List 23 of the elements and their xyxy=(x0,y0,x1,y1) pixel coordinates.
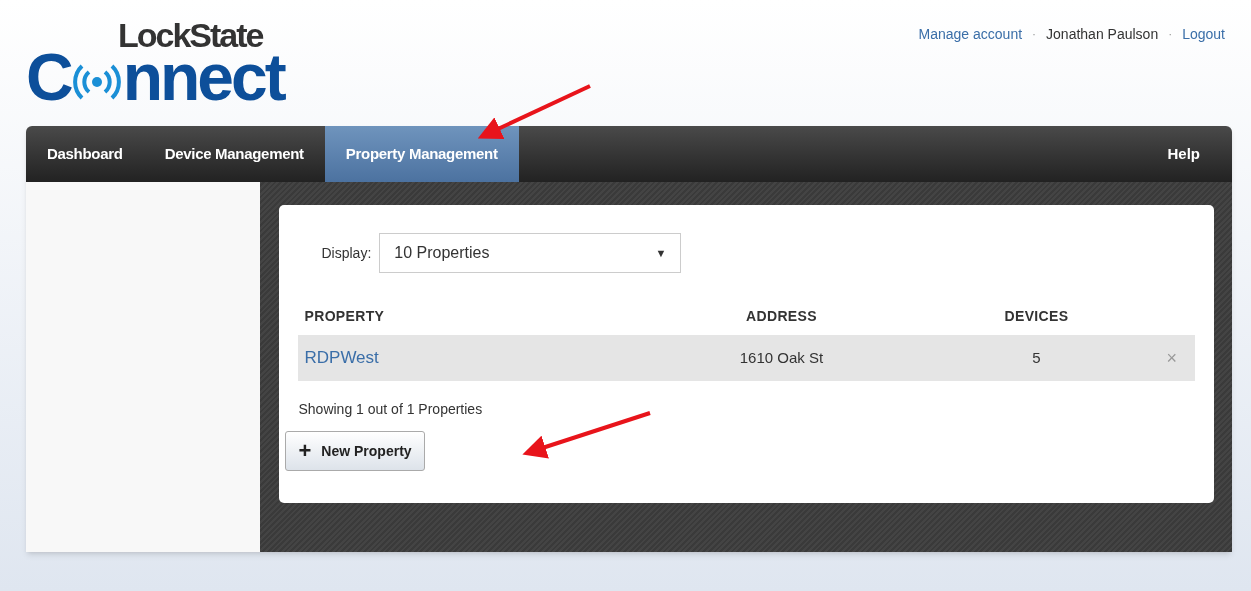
separator-dot: · xyxy=(1032,26,1037,43)
property-link[interactable]: RDPWest xyxy=(304,348,379,368)
nav-tab[interactable]: Property Management xyxy=(324,126,519,182)
column-header: PROPERTY xyxy=(304,307,385,324)
summary-text: Showing 1 out of 1 Properties xyxy=(298,400,483,419)
table-row[interactable]: RDPWest 1610 Oak St 5 × xyxy=(298,335,1195,381)
plus-icon: + xyxy=(298,440,312,462)
nav-tab[interactable]: Device Management xyxy=(143,126,325,182)
column-header: ADDRESS xyxy=(746,307,817,324)
help-link[interactable]: Help xyxy=(1135,126,1232,182)
separator-dot: · xyxy=(1168,26,1173,43)
dropdown-icon: ▼ xyxy=(655,244,667,262)
user-name: Jonathan Paulson xyxy=(1046,24,1159,44)
new-property-button[interactable]: + New Property xyxy=(285,431,425,471)
table-cell: 5 xyxy=(1032,348,1041,366)
account-link[interactable]: Manage account xyxy=(918,23,1023,45)
display-label: Display: xyxy=(321,243,372,263)
nav-tab[interactable]: Dashboard xyxy=(26,126,144,182)
display-select[interactable]: 10 Properties ▼ xyxy=(379,233,682,273)
column-header: DEVICES xyxy=(1004,307,1069,324)
account-link[interactable]: Logout xyxy=(1182,23,1225,45)
logo-text: C xyxy=(26,44,71,110)
table-cell: 1610 Oak St xyxy=(739,348,824,366)
